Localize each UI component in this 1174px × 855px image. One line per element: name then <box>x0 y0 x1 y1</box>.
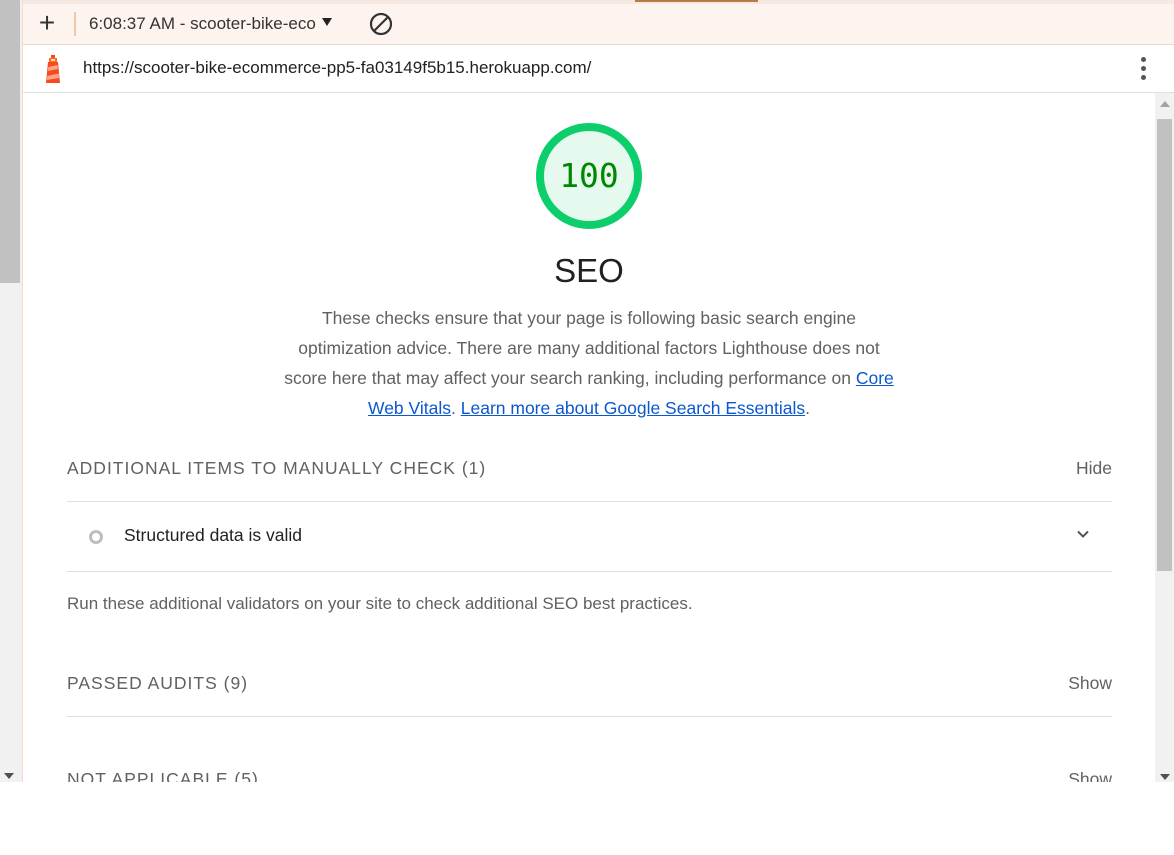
divider <box>67 716 1112 717</box>
passed-audits-count: (9) <box>223 673 249 693</box>
left-scrollbar-thumb[interactable] <box>0 0 20 283</box>
report-content: 100 SEO These checks ensure that your pa… <box>23 93 1155 782</box>
not-applicable-title-text: NOT APPLICABLE <box>67 769 229 782</box>
manual-check-group-header: ADDITIONAL ITEMS TO MANUALLY CHECK (1) H… <box>67 448 1112 488</box>
passed-audits-title-text: PASSED AUDITS <box>67 673 218 693</box>
passed-audits-group-header[interactable]: PASSED AUDITS (9) Show <box>67 663 1112 703</box>
audit-structured-data[interactable]: Structured data is valid <box>67 502 1112 571</box>
manual-check-count: (1) <box>461 458 487 478</box>
hide-toggle[interactable]: Hide <box>1076 448 1112 488</box>
toolbar-divider <box>74 12 76 36</box>
lighthouse-icon <box>46 55 60 83</box>
not-applicable-group-header[interactable]: NOT APPLICABLE (5) Show <box>67 759 1112 782</box>
caret-down-icon <box>321 17 332 26</box>
report-selector[interactable]: 6:08:37 AM - scooter-bike-eco <box>89 13 332 35</box>
category-description: These checks ensure that your page is fo… <box>279 303 899 423</box>
active-tab-indicator <box>635 0 758 2</box>
scroll-down-arrow-icon[interactable] <box>4 773 14 779</box>
kebab-menu-icon[interactable] <box>1137 55 1149 83</box>
manual-check-title-text: ADDITIONAL ITEMS TO MANUALLY CHECK <box>67 458 456 478</box>
category-description-text: These checks ensure that your page is fo… <box>284 308 880 388</box>
scroll-up-arrow-icon[interactable] <box>1160 101 1170 107</box>
passed-audits-title: PASSED AUDITS (9) <box>67 663 248 703</box>
manual-check-description: Run these additional validators on your … <box>67 594 693 613</box>
google-search-essentials-link[interactable]: Learn more about Google Search Essential… <box>461 398 805 418</box>
url-bar: https://scooter-bike-ecommerce-pp5-fa031… <box>23 45 1174 93</box>
description-end: . <box>805 398 810 418</box>
left-scrollbar[interactable] <box>0 0 23 782</box>
show-not-applicable-toggle[interactable]: Show <box>1068 759 1112 782</box>
report-scrollbar[interactable] <box>1155 93 1174 782</box>
score-value: 100 <box>559 156 619 195</box>
lighthouse-toolbar: + 6:08:37 AM - scooter-bike-eco <box>23 0 1174 45</box>
manual-check-group-title: ADDITIONAL ITEMS TO MANUALLY CHECK (1) <box>67 448 486 488</box>
category-title: SEO <box>554 252 624 289</box>
divider <box>67 571 1112 572</box>
not-applicable-count: (5) <box>234 769 259 782</box>
link-separator: . <box>451 398 461 418</box>
manual-audit-circle-icon <box>89 530 103 544</box>
clear-icon[interactable] <box>369 12 393 36</box>
audit-label: Structured data is valid <box>124 525 303 545</box>
show-passed-toggle[interactable]: Show <box>1068 663 1112 703</box>
report-url: https://scooter-bike-ecommerce-pp5-fa031… <box>83 58 592 77</box>
chevron-down-icon[interactable] <box>1075 526 1091 542</box>
report-scrollbar-thumb[interactable] <box>1157 119 1172 571</box>
scroll-down-arrow-icon[interactable] <box>1160 774 1170 780</box>
new-report-button[interactable]: + <box>35 9 59 37</box>
not-applicable-title: NOT APPLICABLE (5) <box>67 759 259 782</box>
report-selector-label: 6:08:37 AM - scooter-bike-eco <box>89 14 316 33</box>
